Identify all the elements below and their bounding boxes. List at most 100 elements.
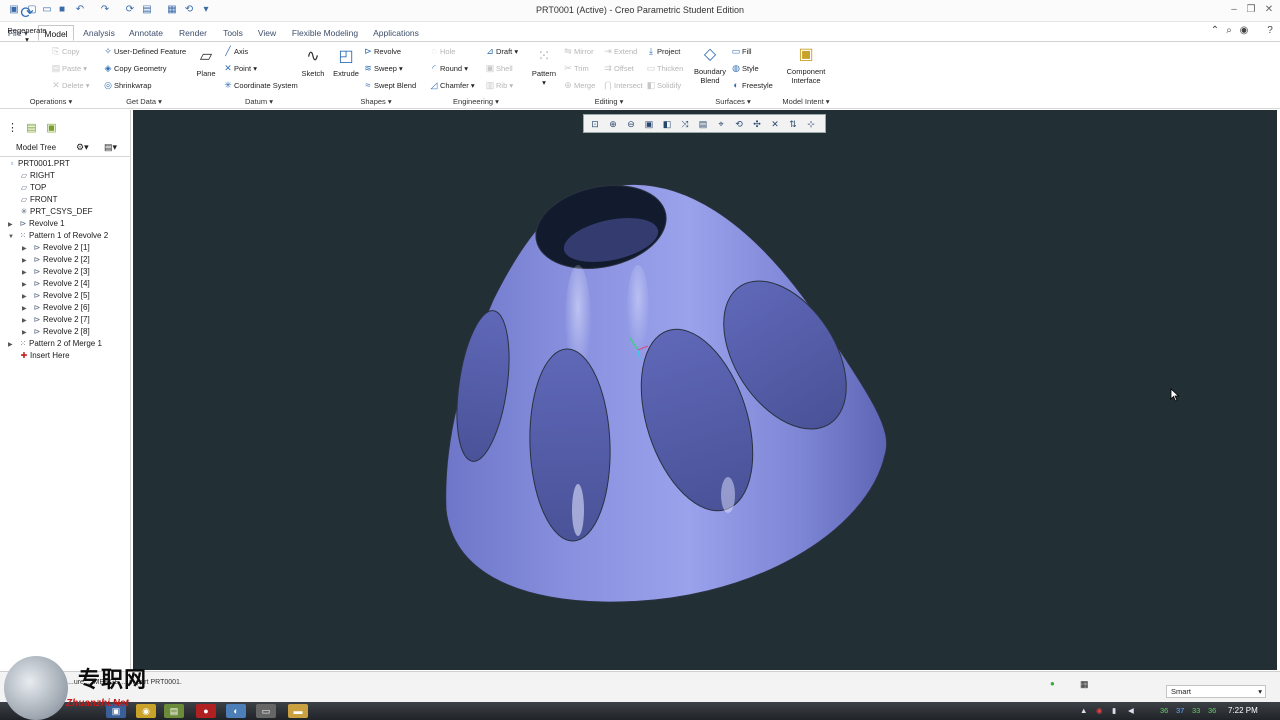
draft-button[interactable]: ⊿ Draft ▾ — [484, 44, 518, 58]
user-defined-feature-button[interactable]: ✧ User-Defined Feature — [102, 44, 186, 58]
shell-button[interactable]: ▣ Shell — [484, 61, 513, 75]
copy-button[interactable]: ⎘ Copy — [50, 44, 79, 58]
tree-item-revolve-2-1[interactable]: ▶ ⊳ Revolve 2 [1] — [22, 242, 90, 254]
swept-blend-button[interactable]: ≈ Swept Blend — [362, 78, 417, 92]
tree-item-revolve-2-2[interactable]: ▶ ⊳ Revolve 2 [2] — [22, 254, 90, 266]
view-manager-icon[interactable]: ▤ — [696, 117, 710, 131]
tree-item-revolve-2-5[interactable]: ▶ ⊳ Revolve 2 [5] — [22, 290, 90, 302]
favorites-icon[interactable]: ▣ — [45, 122, 58, 135]
axis-button[interactable]: ╱ Axis — [222, 44, 248, 58]
datum-display-icon[interactable]: ⟲ — [732, 117, 746, 131]
expand-icon[interactable]: ▶ — [8, 339, 17, 351]
delete-button[interactable]: ✕ Delete ▾ — [50, 78, 89, 92]
spin-center-icon[interactable]: ✣ — [750, 117, 764, 131]
model-tree-tab-icon[interactable]: ⋮ — [6, 122, 19, 135]
refit-icon[interactable]: ⊡ — [588, 117, 602, 131]
search-icon[interactable]: ⌕ — [1223, 25, 1235, 37]
tree-item-revolve-2-4[interactable]: ▶ ⊳ Revolve 2 [4] — [22, 278, 90, 290]
tree-settings-icon[interactable]: ⚙▾ — [76, 142, 89, 153]
freestyle-button[interactable]: ◐ Freestyle — [730, 78, 773, 92]
merge-button[interactable]: ⊕ Merge — [562, 78, 595, 92]
csys-display-icon[interactable]: ⊹ — [804, 117, 818, 131]
tray-chevron-icon[interactable]: ▲ — [1080, 706, 1087, 715]
volume-icon[interactable]: ◀ — [1128, 706, 1134, 715]
component-interface-button[interactable]: ▣ Component Interface — [786, 45, 826, 85]
tree-item-pattern-2[interactable]: ▶ ⁙ Pattern 2 of Merge 1 — [8, 338, 102, 350]
extrude-button[interactable]: ◰ Extrude — [332, 47, 360, 78]
offset-button[interactable]: ⇉ Offset — [602, 61, 634, 75]
help-icon[interactable]: ? — [1264, 25, 1276, 37]
tree-item-revolve-2-7[interactable]: ▶ ⊳ Revolve 2 [7] — [22, 314, 90, 326]
copy-geometry-button[interactable]: ◈ Copy Geometry — [102, 61, 167, 75]
plane-display-icon[interactable]: ⇅ — [786, 117, 800, 131]
tree-item-insert-here[interactable]: ✚ Insert Here — [18, 350, 70, 362]
sweep-button[interactable]: ≋ Sweep ▾ — [362, 61, 403, 75]
group-surfaces[interactable]: Surfaces ▾ — [713, 96, 753, 107]
chevron-up-icon[interactable]: ⌃ — [1209, 25, 1221, 37]
tab-tools[interactable]: Tools — [218, 25, 248, 41]
style-button[interactable]: ◍ Style — [730, 61, 759, 75]
boundary-blend-button[interactable]: ◇ Boundary Blend — [693, 45, 727, 85]
regenerate-button[interactable]: ⟳ Regenerate ▾ — [6, 4, 48, 44]
graphics-window[interactable] — [133, 110, 1277, 670]
rib-button[interactable]: ▥ Rib ▾ — [484, 78, 513, 92]
hole-button[interactable]: ◌ Hole — [428, 44, 455, 58]
tree-item-revolve-2-6[interactable]: ▶ ⊳ Revolve 2 [6] — [22, 302, 90, 314]
taskbar-app-icon[interactable]: ▤ — [164, 704, 184, 718]
zoom-in-icon[interactable]: ⊕ — [606, 117, 620, 131]
paste-button[interactable]: ▤ Paste ▾ — [50, 61, 87, 75]
minimize-icon[interactable]: – — [1227, 3, 1241, 17]
system-clock[interactable]: 7:22 PM — [1228, 706, 1258, 715]
network-icon[interactable]: ▮ — [1112, 706, 1116, 715]
thicken-button[interactable]: ▭ Thicken — [645, 61, 684, 75]
tree-item-revolve-1[interactable]: ▶ ⊳ Revolve 1 — [8, 218, 65, 230]
repaint-icon[interactable]: ▣ — [642, 117, 656, 131]
tree-item-front[interactable]: ▱ FRONT — [18, 194, 58, 206]
close-icon[interactable]: ✕ — [1262, 3, 1276, 17]
tab-view[interactable]: View — [254, 25, 280, 41]
maximize-icon[interactable]: ❐ — [1244, 3, 1258, 17]
saved-orientations-icon[interactable]: ⤨ — [678, 117, 692, 131]
intersect-button[interactable]: ⋂ Intersect — [602, 78, 642, 92]
point-button[interactable]: ✕ Point ▾ — [222, 61, 257, 75]
taskbar-app-icon[interactable]: ◐ — [226, 704, 246, 718]
round-button[interactable]: ◜ Round ▾ — [428, 61, 468, 75]
chamfer-button[interactable]: ◿ Chamfer ▾ — [428, 78, 475, 92]
collapse-icon[interactable]: ▼ — [8, 231, 17, 243]
extend-button[interactable]: ⇥ Extend — [602, 44, 637, 58]
group-operations[interactable]: Operations ▾ — [26, 96, 76, 107]
info-icon[interactable]: ◉ — [1238, 25, 1250, 37]
pattern-button[interactable]: ⁙ Pattern ▾ — [530, 47, 558, 87]
zoom-out-icon[interactable]: ⊖ — [624, 117, 638, 131]
display-style-icon[interactable]: ◧ — [660, 117, 674, 131]
tree-item-pattern-1[interactable]: ▼ ⁙ Pattern 1 of Revolve 2 — [8, 230, 108, 242]
tree-item-csys[interactable]: ✳ PRT_CSYS_DEF — [18, 206, 93, 218]
selection-filter-dropdown[interactable]: Smart ▾ — [1166, 685, 1266, 698]
revolve-button[interactable]: ⊳ Revolve — [362, 44, 401, 58]
taskbar-app-icon[interactable]: ▭ — [256, 704, 276, 718]
tree-item-right[interactable]: ▱ RIGHT — [18, 170, 55, 182]
taskbar-folder-icon[interactable]: ▬ — [288, 704, 308, 718]
group-editing[interactable]: Editing ▾ — [592, 96, 626, 107]
group-get-data[interactable]: Get Data ▾ — [122, 96, 166, 107]
tree-show-icon[interactable]: ▤▾ — [104, 142, 117, 153]
fill-button[interactable]: ▭ Fill — [730, 44, 752, 58]
tray-app-icon[interactable]: ◉ — [1096, 706, 1103, 715]
trim-button[interactable]: ✂ Trim — [562, 61, 589, 75]
selection-filter-icon[interactable]: ▦ — [1080, 679, 1089, 690]
plane-button[interactable]: ▱ Plane — [194, 47, 218, 78]
shrinkwrap-button[interactable]: ◎ Shrinkwrap — [102, 78, 151, 92]
annotation-display-icon[interactable]: ✕ — [768, 117, 782, 131]
mirror-button[interactable]: ⇋ Mirror — [562, 44, 593, 58]
tab-flexible-modeling[interactable]: Flexible Modeling — [289, 25, 361, 41]
tab-render[interactable]: Render — [175, 25, 211, 41]
group-model-intent[interactable]: Model Intent ▾ — [781, 96, 831, 107]
taskbar-app-icon[interactable]: ● — [196, 704, 216, 718]
group-datum[interactable]: Datum ▾ — [242, 96, 276, 107]
tab-applications[interactable]: Applications — [368, 25, 424, 41]
tree-item-part[interactable]: ▫ PRT0001.PRT — [6, 158, 70, 170]
tree-item-top[interactable]: ▱ TOP — [18, 182, 46, 194]
tab-analysis[interactable]: Analysis — [79, 25, 119, 41]
project-button[interactable]: ⤓ Project — [645, 44, 680, 58]
folder-browser-icon[interactable]: ▤ — [25, 122, 38, 135]
